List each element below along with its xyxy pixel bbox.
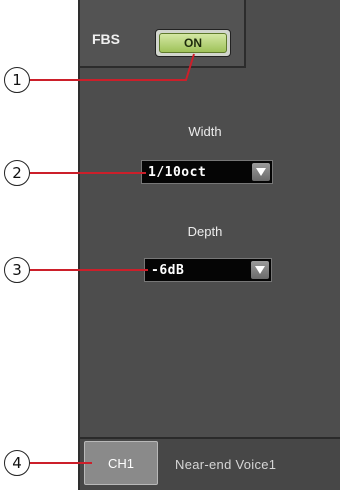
depth-dropdown-arrow-icon[interactable]: [251, 261, 269, 279]
width-dropdown-arrow-icon[interactable]: [252, 163, 270, 181]
callout-4: 4: [4, 450, 30, 476]
fbs-on-button-label: ON: [159, 33, 227, 53]
callout-2: 2: [4, 160, 30, 186]
channel-button[interactable]: CH1: [84, 441, 158, 485]
width-label: Width: [188, 124, 222, 139]
fbs-panel: [78, 0, 340, 490]
depth-value: -6dB: [151, 262, 185, 278]
fbs-on-button[interactable]: ON: [155, 29, 231, 57]
width-value: 1/10oct: [148, 164, 207, 180]
callout-3: 3: [4, 257, 30, 283]
fbs-label: FBS: [92, 31, 120, 47]
width-dropdown[interactable]: 1/10oct: [141, 160, 273, 184]
depth-label: Depth: [187, 224, 223, 239]
depth-dropdown[interactable]: -6dB: [144, 258, 272, 282]
callout-1: 1: [4, 67, 30, 93]
channel-name: Near-end Voice1: [175, 457, 277, 472]
panel-border: [78, 0, 80, 490]
